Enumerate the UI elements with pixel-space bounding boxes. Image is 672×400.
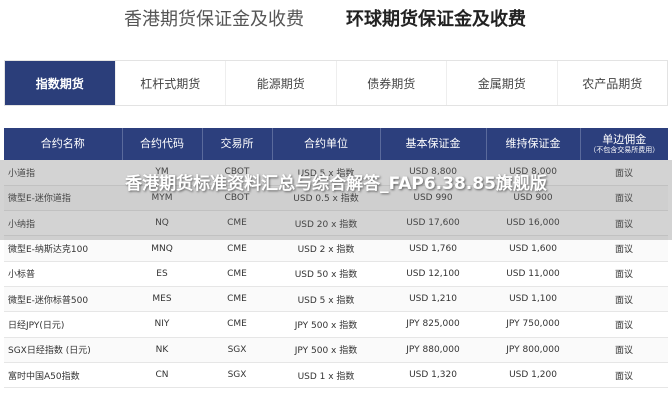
table-cell: NIY — [122, 311, 202, 338]
table-row: 富时中国A50指数 CN SGX USD 1 x 指数 USD 1,320 USD 1,2… — [4, 362, 668, 389]
table-row: SGX日经指数 (日元) NK SGX JPY 500 x 指数 JPY 880,000… — [4, 337, 668, 363]
table-cell: CME — [202, 286, 272, 313]
table-cell: JPY 825,000 — [380, 311, 486, 338]
table-cell: CME — [202, 261, 272, 287]
table-cell: SGX — [202, 362, 272, 389]
table-cell: SGX日经指数 (日元) — [4, 337, 122, 363]
tab-agri-futures[interactable]: 农产品期货 — [558, 61, 668, 105]
table-cell: USD 1,210 — [380, 286, 486, 313]
table-row: 小标普 ES CME USD 50 x 指数 USD 12,100 USD 11,000 面… — [4, 261, 668, 287]
tab-index-futures[interactable]: 指数期货 — [5, 61, 116, 105]
table-cell: USD 50 x 指数 — [272, 261, 380, 287]
table-cell: 面议 — [580, 286, 668, 313]
table-cell: 面议 — [580, 337, 668, 363]
tab-metal-futures[interactable]: 金属期货 — [447, 61, 558, 105]
overlay-title: 香港期货标准资料汇总与综合解答_FAP6.38.85旗舰版 — [125, 174, 547, 194]
table-cell: JPY 500 x 指数 — [272, 337, 380, 363]
table-cell: 日经JPY(日元) — [4, 311, 122, 338]
table-cell: 面议 — [580, 362, 668, 389]
market-tabs: 香港期货保证金及收费 环球期货保证金及收费 — [0, 0, 672, 44]
table-cell: USD 1,200 — [486, 362, 580, 389]
tab-global-futures-margin[interactable]: 环球期货保证金及收费 — [344, 7, 528, 33]
tab-leveraged-futures[interactable]: 杠杆式期货 — [116, 61, 226, 105]
table-cell: JPY 750,000 — [486, 311, 580, 338]
table-cell: USD 12,100 — [380, 261, 486, 287]
table-cell: 微型E-迷你标普500 — [4, 286, 122, 313]
table-cell: MES — [122, 286, 202, 313]
header-contract-code: 合约代码 — [122, 128, 203, 160]
table-cell: JPY 880,000 — [380, 337, 486, 363]
table-cell: CME — [202, 311, 272, 338]
table-cell: 小标普 — [4, 261, 122, 287]
tab-energy-futures[interactable]: 能源期货 — [226, 61, 337, 105]
header-commission: 单边佣金 （不包含交易所费用） — [580, 128, 668, 160]
table-cell: CN — [122, 362, 202, 389]
table-cell: JPY 500 x 指数 — [272, 311, 380, 338]
tab-bond-futures[interactable]: 债券期货 — [337, 61, 447, 105]
tab-hk-futures-margin[interactable]: 香港期货保证金及收费 — [124, 7, 304, 33]
table-cell: JPY 800,000 — [486, 337, 580, 363]
table-cell: 面议 — [580, 261, 668, 287]
table-cell: USD 1 x 指数 — [272, 362, 380, 389]
header-initial-margin: 基本保证金 — [380, 128, 487, 160]
category-tabs: 指数期货 杠杆式期货 能源期货 债券期货 金属期货 农产品期货 — [4, 60, 668, 106]
table-cell: USD 1,320 — [380, 362, 486, 389]
header-commission-note: （不包含交易所费用） — [589, 145, 660, 154]
header-maintenance-margin: 维持保证金 — [486, 128, 581, 160]
table-cell: NK — [122, 337, 202, 363]
header-exchange: 交易所 — [202, 128, 273, 160]
table-cell: SGX — [202, 337, 272, 363]
table-cell: USD 5 x 指数 — [272, 286, 380, 313]
table-cell: ES — [122, 261, 202, 287]
table-cell: 富时中国A50指数 — [4, 362, 122, 389]
table-row: 微型E-迷你标普500 MES CME USD 5 x 指数 USD 1,210 USD … — [4, 286, 668, 313]
table-cell: 面议 — [580, 311, 668, 338]
table-header-row: 合约名称 合约代码 交易所 合约单位 基本保证金 维持保证金 单边佣金 （不包含… — [4, 128, 668, 160]
table-cell: USD 11,000 — [486, 261, 580, 287]
header-contract-name: 合约名称 — [4, 128, 123, 160]
header-commission-label: 单边佣金 — [602, 132, 647, 146]
table-cell: USD 1,100 — [486, 286, 580, 313]
header-contract-unit: 合约单位 — [272, 128, 381, 160]
table-row: 日经JPY(日元) NIY CME JPY 500 x 指数 JPY 825,000 JP… — [4, 311, 668, 338]
